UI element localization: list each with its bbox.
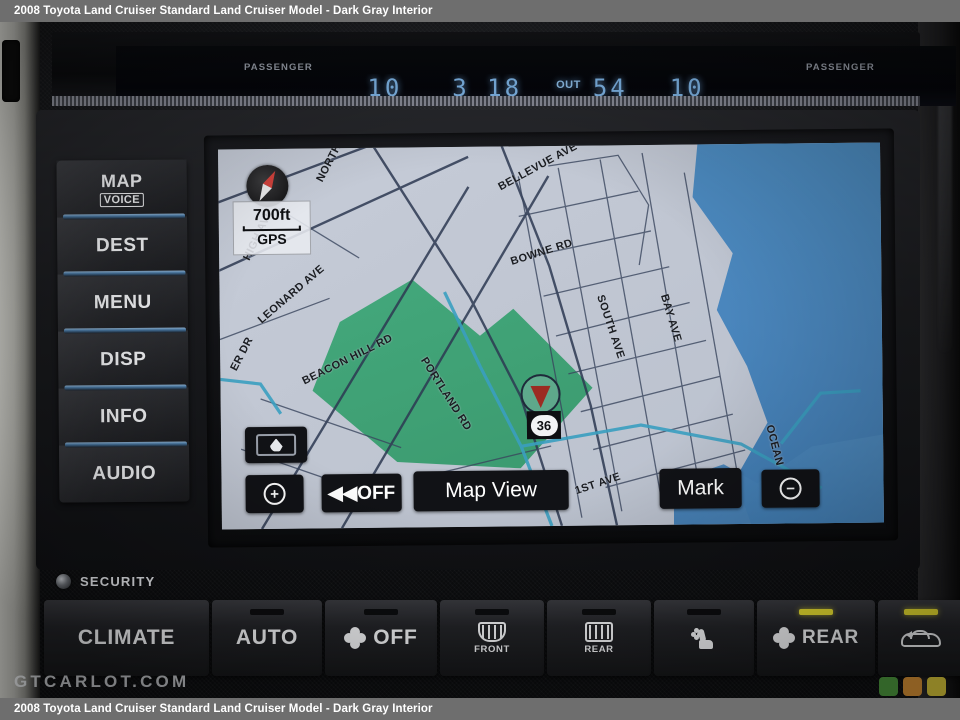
seat-air-button[interactable] <box>654 600 754 676</box>
auto-button[interactable]: AUTO <box>212 600 322 676</box>
gps-status-label: GPS <box>257 231 287 248</box>
button-indicator <box>687 609 721 615</box>
security-label: SECURITY <box>80 574 156 589</box>
street-label: BOWNE RD <box>509 236 575 268</box>
nav-button-info[interactable]: INFO <box>58 387 189 446</box>
poi-icon <box>255 433 297 457</box>
climate-button[interactable]: CLIMATE <box>44 600 209 676</box>
route-shield-number: 36 <box>530 414 558 436</box>
street-label: SOUTH AVE <box>594 293 627 361</box>
front-defrost-label: FRONT <box>474 643 510 655</box>
dash-speaker-grille <box>52 96 920 106</box>
vehicle-heading-arrow <box>530 385 551 408</box>
button-indicator <box>250 609 284 615</box>
street-label: ER DR <box>228 335 256 373</box>
street-label: NORTH AVE <box>314 142 356 184</box>
left-door-trim <box>0 22 40 698</box>
rear-fan-label: REAR <box>801 627 860 648</box>
poi-button[interactable] <box>244 426 308 464</box>
street-label: BELLEVUE AVE <box>496 142 580 194</box>
vehicle-position-icon <box>520 373 561 415</box>
caption-bottom: 2008 Toyota Land Cruiser Standard Land C… <box>0 698 960 720</box>
front-defrost-icon <box>478 621 506 642</box>
fan-icon <box>772 627 795 649</box>
zoom-in-button[interactable]: + <box>245 474 304 514</box>
rear-defrost-icon <box>585 621 613 642</box>
front-defrost-button[interactable]: FRONT <box>440 600 544 676</box>
nav-button-audio-label: AUDIO <box>92 462 157 484</box>
map-scale-value: 700ft <box>252 207 291 225</box>
poi-marker-glyph <box>270 438 283 451</box>
nav-button-disp-label: DISP <box>99 348 147 370</box>
rear-defrost-button[interactable]: REAR <box>547 600 651 676</box>
nav-button-map-label: MAP <box>100 170 143 191</box>
color-swatches <box>879 677 946 696</box>
nav-button-info-label: INFO <box>99 405 148 427</box>
zoom-out-button[interactable]: − <box>761 469 820 508</box>
rear-fan-button[interactable]: REAR <box>757 600 875 676</box>
navigation-screen[interactable]: HIGH AVE LEONARD AVE NORTH AVE BELLEVUE … <box>218 142 884 530</box>
nav-button-audio[interactable]: AUDIO <box>58 444 190 503</box>
climate-button-label: CLIMATE <box>77 626 176 649</box>
passenger-label-right: PASSENGER <box>806 62 875 73</box>
color-swatch-yellow[interactable] <box>927 677 946 696</box>
rear-fan-content: REAR <box>772 627 860 649</box>
button-indicator-lit <box>904 609 938 615</box>
head-unit: MAP VOICE DEST MENU DISP INFO AUDIO LEON… <box>36 110 920 570</box>
recirculate-air-icon <box>901 627 941 649</box>
navigation-screen-bezel: HIGH AVE LEONARD AVE NORTH AVE BELLEVUE … <box>203 128 899 548</box>
fan-off-button[interactable]: OFF <box>325 600 437 676</box>
map-view-button[interactable]: Map View <box>413 469 569 512</box>
nav-button-dest-label: DEST <box>95 234 149 256</box>
street-label: BAY AVE <box>658 292 684 344</box>
street-label: OCEAN <box>763 423 786 468</box>
street-label: PORTLAND RD <box>418 355 474 433</box>
map-scale-box: 700ft GPS <box>232 200 312 256</box>
color-swatch-orange[interactable] <box>903 677 922 696</box>
site-watermark: GTCARLOT.COM <box>14 672 190 691</box>
climate-lcd-bezel: PASSENGER PASSENGER 10 3 18 OUT 54 10 <box>52 32 956 106</box>
minus-icon: − <box>779 477 802 500</box>
rear-defrost-label: REAR <box>584 643 614 655</box>
nav-button-dest[interactable]: DEST <box>57 216 188 275</box>
security-led-icon <box>56 574 71 589</box>
auto-button-label: AUTO <box>235 626 299 649</box>
nav-button-map-voice[interactable]: MAP VOICE <box>56 159 188 218</box>
passenger-label-left: PASSENGER <box>244 62 313 73</box>
route-shield-icon: 36 <box>526 410 562 440</box>
street-label: 1ST AVE <box>573 470 623 498</box>
nav-button-menu[interactable]: MENU <box>57 273 188 332</box>
nav-button-disp[interactable]: DISP <box>58 330 189 389</box>
fan-icon <box>344 627 367 649</box>
button-indicator <box>364 609 398 615</box>
screenshot-page: 2008 Toyota Land Cruiser Standard Land C… <box>0 0 960 720</box>
button-indicator-lit <box>799 609 833 615</box>
color-swatch-green[interactable] <box>879 677 898 696</box>
right-door-trim <box>918 22 960 698</box>
voice-guidance-off-button[interactable]: ◀◀OFF <box>321 473 402 513</box>
button-indicator <box>582 609 616 615</box>
street-label: LEONARD AVE <box>255 262 327 327</box>
nav-button-column: MAP VOICE DEST MENU DISP INFO AUDIO <box>56 159 190 503</box>
plus-icon: + <box>263 482 286 506</box>
mark-button[interactable]: Mark <box>659 468 742 509</box>
outside-temp-label: OUT <box>556 79 581 91</box>
fan-off-content: OFF <box>344 626 417 650</box>
recirculate-air-button[interactable] <box>878 600 960 676</box>
street-label: BEACON HILL RD <box>300 332 395 388</box>
climate-control-row: CLIMATE AUTO OFF FRONT REAR REAR <box>44 600 960 676</box>
seat-air-icon <box>691 627 717 649</box>
fan-off-label: OFF <box>373 626 418 649</box>
caption-top: 2008 Toyota Land Cruiser Standard Land C… <box>0 0 960 22</box>
nav-button-voice-label: VOICE <box>99 192 145 207</box>
button-indicator <box>475 609 509 615</box>
nav-button-menu-label: MENU <box>93 291 152 313</box>
vehicle-interior-photo: PASSENGER PASSENGER 10 3 18 OUT 54 10 MA… <box>0 22 960 698</box>
trim-slot <box>2 40 20 102</box>
security-indicator: SECURITY <box>56 574 155 589</box>
